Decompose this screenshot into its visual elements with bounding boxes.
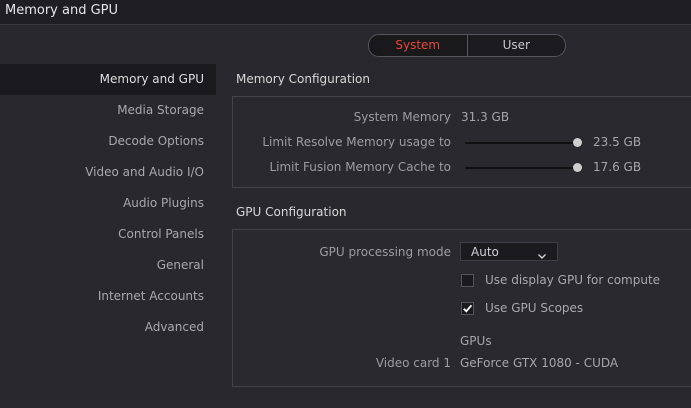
scope-user-option[interactable]: User [468,35,566,56]
window-title: Memory and GPU [5,3,119,18]
system-memory-label: System Memory [353,110,451,124]
gpu-section-title: GPU Configuration [236,205,347,219]
resolve-memory-limit-label: Limit Resolve Memory usage to [262,135,451,149]
sidebar-item-memory-and-gpu[interactable]: Memory and GPU [0,64,216,95]
video-card-label: Video card 1 [375,356,451,370]
gpu-processing-mode-value: Auto [471,245,499,259]
video-card-value: GeForce GTX 1080 - CUDA [460,356,619,370]
use-display-gpu-checkbox[interactable] [461,274,474,287]
fusion-cache-slider[interactable] [465,167,577,169]
chevron-down-icon [537,246,547,265]
use-display-gpu-label: Use display GPU for compute [485,273,661,287]
fusion-cache-limit-value: 17.6 GB [593,160,642,174]
use-gpu-scopes-checkbox[interactable] [461,302,474,315]
sidebar-item-decode-options[interactable]: Decode Options [0,126,216,157]
sidebar-item-media-storage[interactable]: Media Storage [0,95,216,126]
gpu-panel: GPU processing mode Auto Use display GPU… [232,229,691,387]
sidebar-item-internet-accounts[interactable]: Internet Accounts [0,281,216,312]
resolve-memory-limit-value: 23.5 GB [593,135,642,149]
sidebar-item-video-and-audio-io[interactable]: Video and Audio I/O [0,157,216,188]
fusion-cache-limit-label: Limit Fusion Memory Cache to [269,160,451,174]
sidebar-item-control-panels[interactable]: Control Panels [0,219,216,250]
system-memory-value: 31.3 GB [461,110,510,124]
title-bar: Memory and GPU [0,0,691,25]
sidebar-item-general[interactable]: General [0,250,216,281]
resolve-memory-slider-handle[interactable] [572,138,582,147]
scope-toggle[interactable]: System User [368,34,566,57]
sidebar-item-advanced[interactable]: Advanced [0,312,216,343]
checkmark-icon [463,304,473,313]
preferences-sidebar: Memory and GPU Media Storage Decode Opti… [0,64,216,343]
gpu-processing-mode-dropdown[interactable]: Auto [460,242,558,261]
fusion-cache-slider-handle[interactable] [572,163,582,172]
gpu-processing-mode-label: GPU processing mode [319,245,451,259]
scope-system-option[interactable]: System [369,35,468,56]
use-gpu-scopes-label: Use GPU Scopes [485,301,584,315]
resolve-memory-slider[interactable] [465,142,577,144]
memory-section-title: Memory Configuration [236,72,370,86]
memory-panel: System Memory 31.3 GB Limit Resolve Memo… [232,96,691,188]
sidebar-item-audio-plugins[interactable]: Audio Plugins [0,188,216,219]
gpus-heading: GPUs [460,334,492,348]
